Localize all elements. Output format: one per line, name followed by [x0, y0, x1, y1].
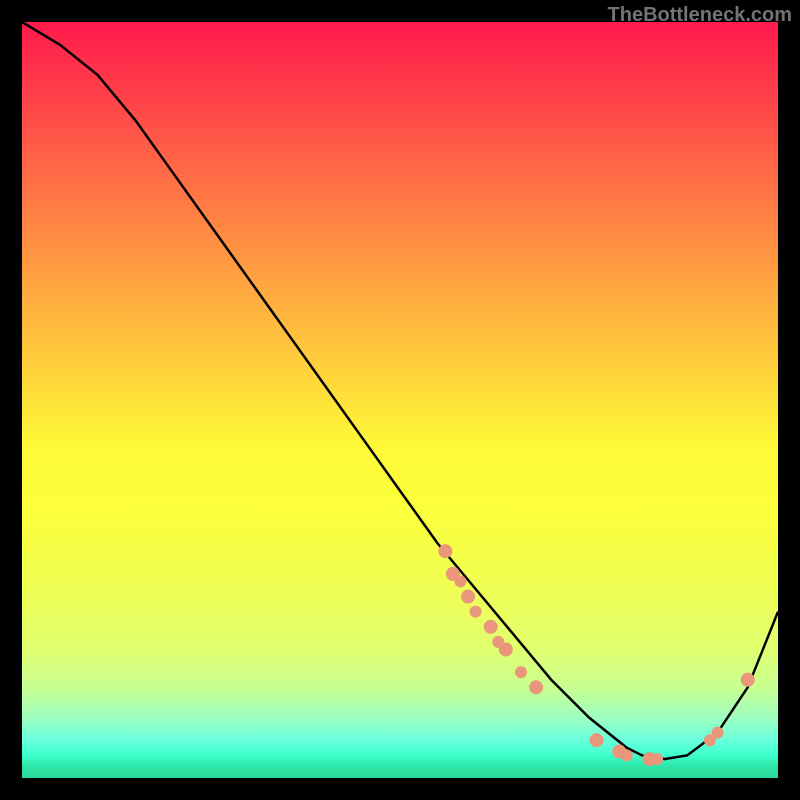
data-marker	[499, 642, 513, 656]
data-markers	[438, 544, 754, 766]
data-marker	[590, 733, 604, 747]
data-marker	[470, 606, 482, 618]
watermark-label: TheBottleneck.com	[608, 4, 792, 27]
data-marker	[438, 544, 452, 558]
data-marker	[741, 673, 755, 687]
data-marker	[461, 590, 475, 604]
data-marker	[515, 666, 527, 678]
chart-overlay	[22, 22, 778, 778]
chart-container: TheBottleneck.com	[0, 0, 800, 800]
data-marker	[712, 727, 724, 739]
data-marker	[621, 749, 633, 761]
data-marker	[484, 620, 498, 634]
data-marker	[651, 753, 663, 765]
curve-line	[22, 22, 778, 759]
data-marker	[454, 575, 466, 587]
data-marker	[529, 680, 543, 694]
